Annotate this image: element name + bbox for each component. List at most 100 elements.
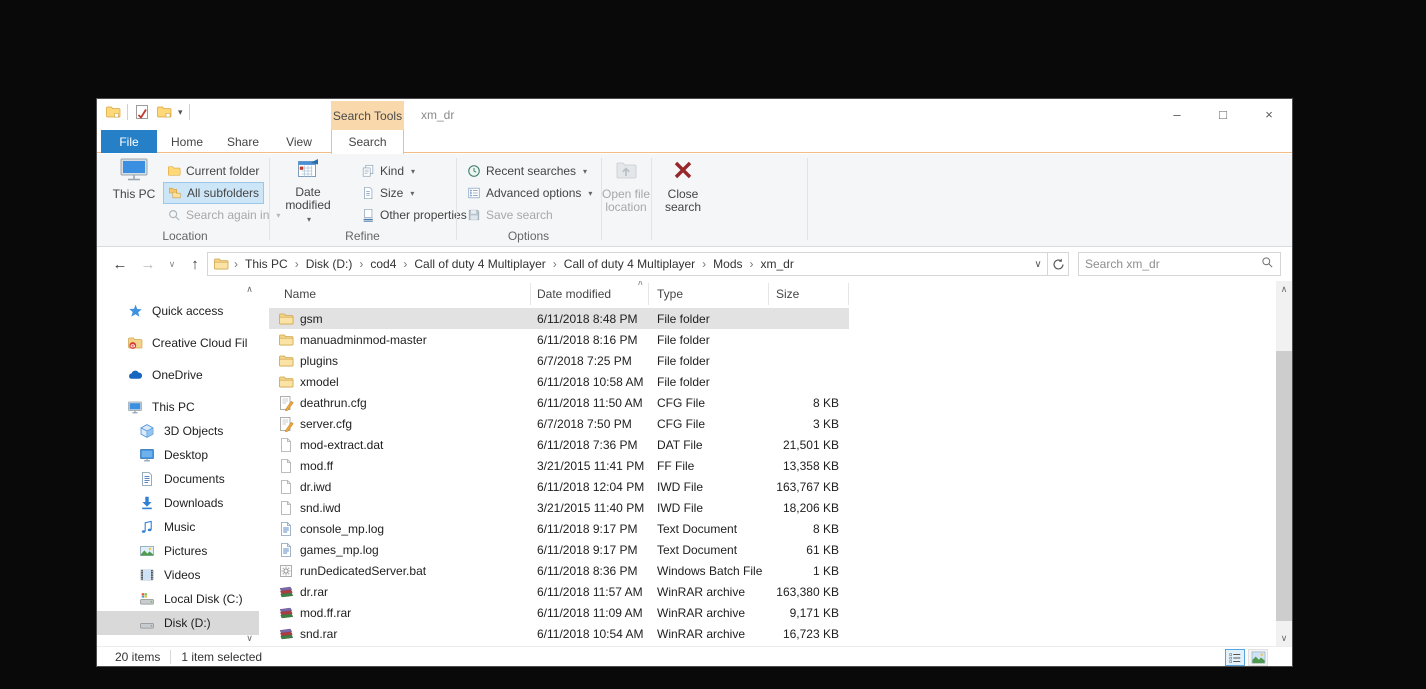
table-row[interactable]: mod-extract.dat 6/11/2018 7:36 PM DAT File… <box>269 434 849 455</box>
scroll-down-icon[interactable]: ∨ <box>241 630 258 646</box>
sidebar-item-this-pc[interactable]: This PC <box>97 395 259 419</box>
search-again-button[interactable]: Search again in ▾ <box>163 204 284 226</box>
refresh-icon[interactable] <box>1047 253 1068 275</box>
tab-share[interactable]: Share <box>215 130 271 153</box>
tab-search[interactable]: Search <box>331 130 404 154</box>
kind-button[interactable]: Kind ▾ <box>357 160 419 182</box>
table-row[interactable]: snd.rar 6/11/2018 10:54 AM WinRAR archive 1… <box>269 623 849 644</box>
sidebar-item-music[interactable]: Music <box>97 515 259 539</box>
sidebar-item-3d-objects[interactable]: 3D Objects <box>97 419 259 443</box>
table-row[interactable]: games_mp.log 6/11/2018 9:17 PM Text Docume… <box>269 539 849 560</box>
breadcrumb-item[interactable]: Call of duty 4 Multiplayer <box>408 257 551 271</box>
table-row[interactable]: console_mp.log 6/11/2018 9:17 PM Text Docu… <box>269 518 849 539</box>
table-row[interactable]: plugins 6/7/2018 7:25 PM File folder <box>269 350 849 371</box>
sidebar-item-disk-d[interactable]: Disk (D:) <box>97 611 259 635</box>
maximize-button[interactable]: □ <box>1200 99 1246 130</box>
sidebar-item-label: Music <box>164 520 196 534</box>
navigation-pane: Quick access Creative Cloud Fil OneDrive Th… <box>97 281 263 646</box>
breadcrumb-item[interactable]: Call of duty 4 Multiplayer <box>558 257 701 271</box>
breadcrumb-item[interactable]: Mods <box>707 257 748 271</box>
sidebar-item-videos[interactable]: Videos <box>97 563 259 587</box>
column-header-size[interactable]: Size <box>769 283 849 305</box>
advanced-options-button[interactable]: Advanced options ▾ <box>463 182 596 204</box>
explorer-folder-icon[interactable] <box>105 104 121 120</box>
sidebar-item-quick-access[interactable]: Quick access <box>97 299 259 323</box>
column-header-name[interactable]: Name <box>269 283 531 305</box>
sidebar-item-documents[interactable]: Documents <box>97 467 259 491</box>
sidebar-item-creative-cloud-fil[interactable]: Creative Cloud Fil <box>97 331 259 355</box>
table-row[interactable]: dr.rar 6/11/2018 11:57 AM WinRAR archive 16… <box>269 581 849 602</box>
file-date: 6/11/2018 7:36 PM <box>537 437 638 452</box>
history-dropdown-icon[interactable]: ∨ <box>164 247 180 281</box>
breadcrumb-item[interactable]: cod4 <box>364 257 402 271</box>
file-list-scrollbar[interactable]: ∧ ∨ <box>1276 281 1292 646</box>
file-size: 9,171 KB <box>789 605 839 620</box>
search-input[interactable] <box>1079 257 1261 271</box>
breadcrumb-item[interactable]: This PC <box>239 257 294 271</box>
qat-separator <box>188 104 190 120</box>
column-header-type[interactable]: Type <box>649 283 769 305</box>
scrollbar-thumb[interactable] <box>1276 351 1292 621</box>
minimize-button[interactable]: – <box>1154 99 1200 130</box>
qat-customize-dropdown-icon[interactable]: ▾ <box>178 107 183 118</box>
table-row[interactable]: gsm 6/11/2018 8:48 PM File folder <box>269 308 849 329</box>
sidebar-item-desktop[interactable]: Desktop <box>97 443 259 467</box>
table-row[interactable]: server.cfg 6/7/2018 7:50 PM CFG File 3 KB <box>269 413 849 434</box>
up-icon[interactable]: ↑ <box>184 247 206 281</box>
size-button[interactable]: Size ▾ <box>357 182 418 204</box>
table-row[interactable]: mod.ff.rar 6/11/2018 11:09 AM WinRAR archi… <box>269 602 849 623</box>
scroll-down-icon[interactable]: ∨ <box>1276 630 1292 646</box>
close-search-button[interactable]: Close search <box>659 157 707 214</box>
file-size: 8 KB <box>812 521 839 536</box>
file-date: 6/7/2018 7:50 PM <box>537 416 632 431</box>
column-header-date[interactable]: Date modified <box>531 283 649 305</box>
close-button[interactable]: × <box>1246 99 1292 130</box>
search-icon[interactable] <box>1261 256 1274 272</box>
sidebar-item-downloads[interactable]: Downloads <box>97 491 259 515</box>
file-name: runDedicatedServer.bat <box>300 563 427 578</box>
sidebar-scrollbar[interactable]: ∧ ∨ <box>241 281 258 646</box>
recent-searches-button[interactable]: Recent searches ▾ <box>463 160 591 182</box>
file-list: gsm 6/11/2018 8:48 PM File folder manuadmin… <box>269 308 849 644</box>
table-row[interactable]: runDedicatedServer.bat 6/11/2018 8:36 PM W… <box>269 560 849 581</box>
folder-icon <box>278 353 294 369</box>
scroll-up-icon[interactable]: ∧ <box>1276 281 1292 297</box>
table-row[interactable]: deathrun.cfg 6/11/2018 11:50 AM CFG File 8 … <box>269 392 849 413</box>
ribbon-separator <box>807 158 808 240</box>
back-icon[interactable]: ← <box>109 247 131 281</box>
sidebar-item-pictures[interactable]: Pictures <box>97 539 259 563</box>
tab-home[interactable]: Home <box>159 130 215 153</box>
breadcrumb-item[interactable]: xm_dr <box>755 257 800 271</box>
tab-file[interactable]: File <box>101 130 157 153</box>
table-row[interactable]: snd.iwd 3/21/2015 11:40 PM IWD File 18,206 … <box>269 497 849 518</box>
sidebar-item-local-disk-c[interactable]: Local Disk (C:) <box>97 587 259 611</box>
sidebar-item-onedrive[interactable]: OneDrive <box>97 363 259 387</box>
sidebar-item-label: Creative Cloud Fil <box>152 336 248 350</box>
kind-label: Kind <box>380 164 405 178</box>
address-folder-icon <box>213 256 229 272</box>
table-row[interactable]: dr.iwd 6/11/2018 12:04 PM IWD File 163,767 … <box>269 476 849 497</box>
table-row[interactable]: mod.ff 3/21/2015 11:41 PM FF File 13,358 KB <box>269 455 849 476</box>
address-dropdown-icon[interactable]: ∨ <box>1029 259 1047 270</box>
table-row[interactable]: xmodel 6/11/2018 10:58 AM File folder <box>269 371 849 392</box>
address-bar[interactable]: › This PC › Disk (D:) › cod4 › Call of duty 4 … <box>207 252 1069 276</box>
details-view-button[interactable] <box>1225 649 1245 666</box>
tab-view[interactable]: View <box>271 130 327 153</box>
save-search-button[interactable]: Save search <box>463 204 557 226</box>
current-folder-button[interactable]: Current folder <box>163 160 263 182</box>
all-subfolders-button[interactable]: All subfolders <box>163 182 265 204</box>
bat-icon <box>278 563 294 579</box>
open-file-location-button[interactable]: Open file location <box>596 157 656 214</box>
forward-icon[interactable]: → <box>137 247 159 281</box>
table-row[interactable]: manuadminmod-master 6/11/2018 8:16 PM File… <box>269 329 849 350</box>
file-size: 21,501 KB <box>782 437 839 452</box>
date-modified-button[interactable]: Date modified ▾ <box>281 157 335 226</box>
search-tools-contextual-tab[interactable]: Search Tools <box>331 101 404 130</box>
new-folder-icon[interactable] <box>156 104 172 120</box>
thumbnail-view-button[interactable] <box>1248 649 1268 666</box>
scroll-up-icon[interactable]: ∧ <box>241 281 258 297</box>
breadcrumb-item[interactable]: Disk (D:) <box>300 257 359 271</box>
close-search-label: Close search <box>664 187 702 214</box>
properties-icon[interactable] <box>134 104 150 120</box>
this-pc-button[interactable]: This PC <box>111 157 157 201</box>
